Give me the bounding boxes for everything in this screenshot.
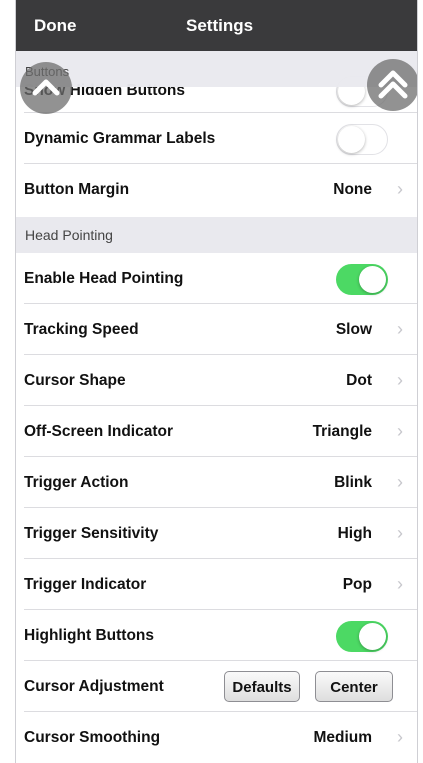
section-header-buttons: Buttons (16, 51, 417, 87)
row-value: Slow (335, 321, 372, 338)
row-label: Tracking Speed (24, 321, 139, 338)
row-off-screen-indicator[interactable]: Off-Screen Indicator Triangle › (16, 406, 417, 457)
row-dynamic-grammar-labels[interactable]: Dynamic Grammar Labels (16, 113, 417, 164)
page-title: Settings (186, 16, 254, 35)
chevron-right-icon: › (397, 179, 403, 199)
chevron-right-icon: › (397, 319, 403, 339)
defaults-button[interactable]: Defaults (224, 671, 300, 702)
toggle-knob (338, 125, 365, 153)
chevron-right-icon: › (397, 727, 403, 747)
row-tracking-speed[interactable]: Tracking Speed Slow › (16, 304, 417, 355)
row-cursor-shape[interactable]: Cursor Shape Dot › (16, 355, 417, 406)
navigation-bar: Done Settings (16, 0, 417, 51)
row-value: Pop (342, 576, 372, 593)
row-value: High (337, 525, 372, 542)
row-trigger-action[interactable]: Trigger Action Blink › (16, 457, 417, 508)
row-button-margin[interactable]: Button Margin None › (16, 164, 417, 215)
row-label: Cursor Adjustment (24, 678, 164, 695)
row-label: Cursor Smoothing (24, 729, 161, 746)
row-label: Button Margin (24, 181, 130, 198)
row-cursor-smoothing[interactable]: Cursor Smoothing Medium › (16, 712, 417, 763)
row-label: Dynamic Grammar Labels (24, 130, 216, 147)
section-header-head-pointing: Head Pointing (16, 217, 417, 253)
row-highlight-buttons[interactable]: Highlight Buttons (16, 610, 417, 661)
done-button[interactable]: Done (34, 16, 77, 36)
double-chevron-up-icon (378, 70, 408, 99)
center-button[interactable]: Center (315, 671, 393, 702)
row-cursor-adjustment: Cursor Adjustment Defaults Center (16, 661, 417, 712)
row-value: Medium (313, 729, 372, 746)
row-value: None (333, 181, 372, 198)
row-label: Trigger Action (24, 474, 129, 491)
chevron-right-icon: › (397, 421, 403, 441)
scroll-up-button[interactable] (20, 62, 72, 114)
row-value: Blink (334, 474, 372, 491)
row-value: Triangle (312, 423, 372, 440)
row-label: Trigger Sensitivity (24, 525, 159, 542)
row-value: Dot (346, 372, 372, 389)
row-enable-head-pointing[interactable]: Enable Head Pointing (16, 253, 417, 304)
toggle-knob (359, 623, 386, 650)
settings-screen: Done Settings Show Hidden Buttons Button… (15, 0, 418, 763)
toggle-knob (359, 266, 386, 293)
chevron-up-icon (32, 79, 60, 96)
enable-head-pointing-toggle[interactable] (336, 264, 388, 295)
chevron-right-icon: › (397, 472, 403, 492)
row-trigger-sensitivity[interactable]: Trigger Sensitivity High › (16, 508, 417, 559)
row-trigger-indicator[interactable]: Trigger Indicator Pop › (16, 559, 417, 610)
row-label: Off-Screen Indicator (24, 423, 173, 440)
row-label: Highlight Buttons (24, 627, 154, 644)
scroll-to-top-button[interactable] (367, 59, 417, 111)
row-label: Trigger Indicator (24, 576, 147, 593)
row-label: Enable Head Pointing (24, 270, 184, 287)
chevron-right-icon: › (397, 574, 403, 594)
chevron-right-icon: › (397, 370, 403, 390)
chevron-right-icon: › (397, 523, 403, 543)
highlight-buttons-toggle[interactable] (336, 621, 388, 652)
row-label: Cursor Shape (24, 372, 126, 389)
dynamic-grammar-labels-toggle[interactable] (336, 124, 388, 155)
